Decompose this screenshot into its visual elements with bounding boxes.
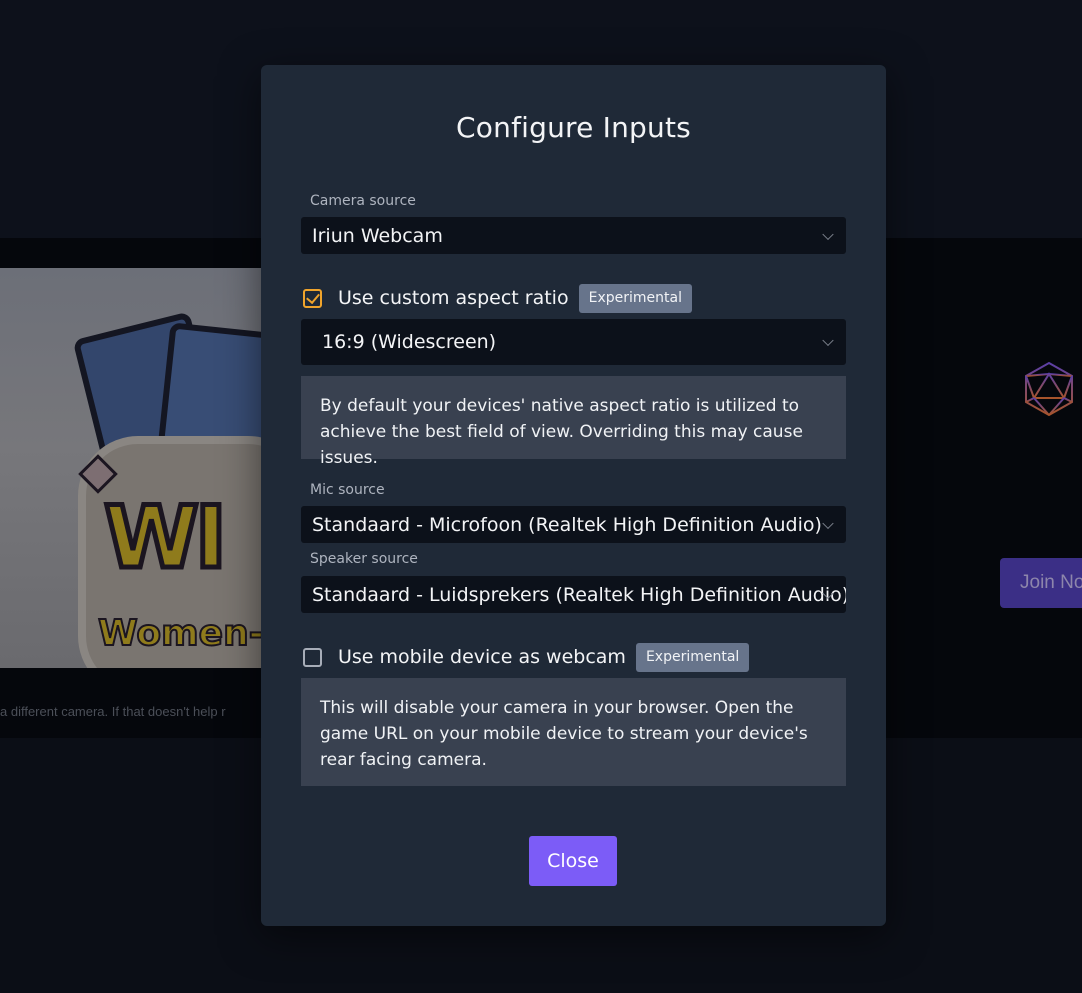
join-now-button: Join No (1000, 558, 1082, 608)
d20-logo-icon (1025, 361, 1073, 417)
chevron-down-icon (822, 334, 834, 347)
mobile-webcam-label[interactable]: Use mobile device as webcam (338, 646, 626, 668)
camera-source-select[interactable]: Iriun Webcam (301, 217, 846, 254)
preview-sticker-letters: WI (102, 486, 230, 591)
aspect-ratio-value: 16:9 (Widescreen) (322, 331, 497, 353)
mic-source-value: Standaard - Microfoon (Realtek High Defi… (312, 513, 822, 536)
experimental-badge: Experimental (578, 283, 692, 313)
mobile-webcam-row: Use mobile device as webcam Experimental (303, 642, 750, 672)
custom-aspect-ratio-row: Use custom aspect ratio Experimental (303, 283, 692, 313)
configure-inputs-modal: Configure Inputs Camera source Iriun Web… (261, 65, 886, 926)
speaker-source-label: Speaker source (310, 551, 418, 567)
chevron-down-icon (822, 228, 834, 240)
camera-hint-text: a different camera. If that doesn't help… (0, 704, 226, 719)
close-button[interactable]: Close (529, 836, 617, 886)
mic-source-label: Mic source (310, 482, 385, 498)
modal-title: Configure Inputs (456, 111, 691, 144)
mobile-webcam-info: This will disable your camera in your br… (301, 678, 846, 786)
speaker-source-value: Standaard - Luidsprekers (Realtek High D… (312, 583, 846, 606)
experimental-badge: Experimental (635, 642, 750, 672)
chevron-down-icon (822, 517, 834, 529)
mobile-webcam-checkbox[interactable] (303, 647, 322, 667)
mic-source-select[interactable]: Standaard - Microfoon (Realtek High Defi… (301, 506, 846, 543)
camera-preview: WI Women- (0, 268, 262, 668)
aspect-ratio-select[interactable]: 16:9 (Widescreen) (301, 319, 846, 365)
custom-aspect-ratio-label[interactable]: Use custom aspect ratio (338, 287, 569, 309)
speaker-source-select[interactable]: Standaard - Luidsprekers (Realtek High D… (301, 576, 846, 613)
preview-sticker-text: Women- (97, 612, 262, 655)
camera-source-label: Camera source (310, 193, 416, 209)
custom-aspect-ratio-checkbox[interactable] (303, 288, 322, 308)
camera-source-value: Iriun Webcam (312, 224, 443, 247)
aspect-ratio-info: By default your devices' native aspect r… (301, 376, 846, 468)
